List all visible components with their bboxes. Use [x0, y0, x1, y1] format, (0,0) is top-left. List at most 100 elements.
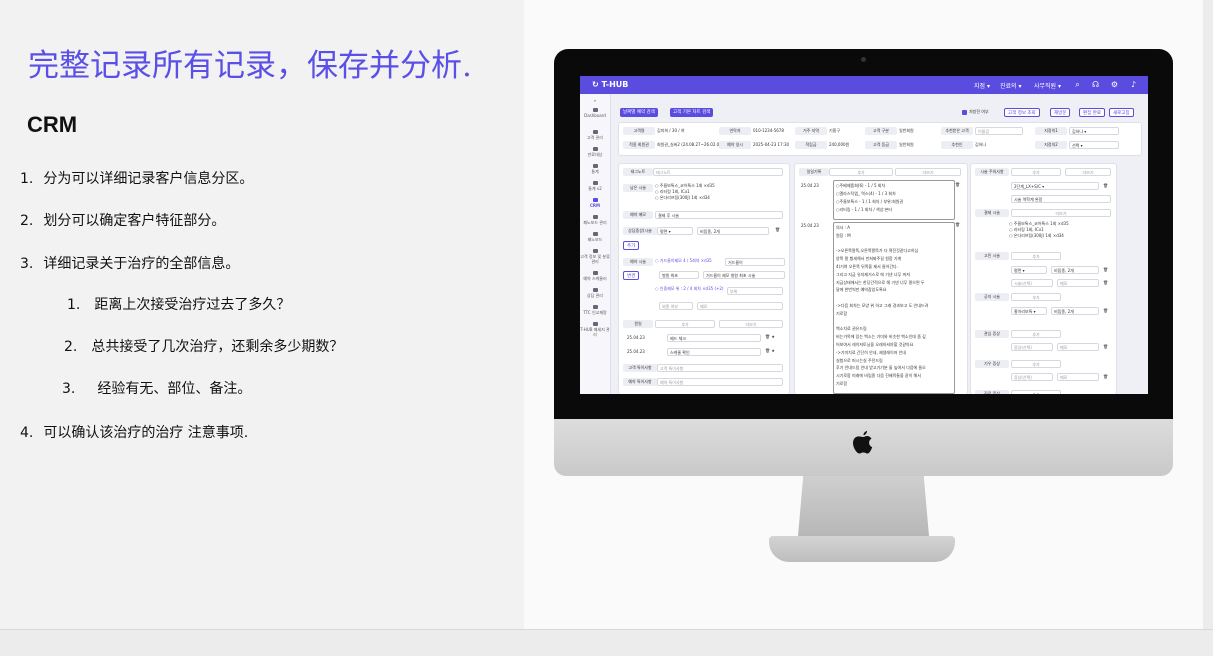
date-booking-search-button[interactable]: 날짜별 예약 검색: [620, 108, 658, 117]
tags-input[interactable]: 태그노트: [653, 168, 783, 176]
consult-add-button[interactable]: 추가: [623, 241, 640, 250]
menu-branch[interactable]: 지점 ▾: [974, 81, 990, 90]
sidebar-item[interactable]: 통계: [580, 164, 610, 174]
bell-icon[interactable]: ♪: [1129, 80, 1138, 89]
booking-note-input[interactable]: 예약 특이사항: [657, 378, 783, 386]
customer-info-card: 고객명 김미희 / 30 / 여 연락처 010-1234-5678 거주 지역 기흥구 고…: [618, 122, 1142, 156]
list-number: 1.: [67, 297, 81, 313]
sidebar-item[interactable]: 고객 정보 및 분류 관리: [580, 249, 610, 264]
app-topbar: ↻ T-HUB 지점 ▾ 진료의 ▾ 사무직원 ▾ ⌕ ☊ ⚙ ♪: [580, 76, 1148, 94]
section-input[interactable]: 비립종, 2개: [1051, 266, 1099, 274]
edit-done-button[interactable]: 편집 완료: [1079, 108, 1105, 117]
sidebar-item[interactable]: CRM: [580, 198, 610, 208]
list-item: 3. 经验有无、部位、备注。: [62, 378, 251, 398]
camera-dot: [861, 57, 866, 62]
section-select[interactable]: 평면 ▾: [1011, 266, 1047, 274]
sidebar-collapse-button[interactable]: »: [580, 98, 610, 103]
list-number: 3.: [20, 256, 34, 272]
change-button[interactable]: 변경: [623, 271, 640, 280]
gear-icon[interactable]: ⚙: [1110, 80, 1119, 89]
section-select[interactable]: 2단계_LX+S/C ▾: [1011, 182, 1099, 190]
sidebar-item[interactable]: 패노보드 관리: [580, 215, 610, 225]
section-input[interactable]: 시술 역학계 완함: [1011, 195, 1111, 203]
menu-doctor[interactable]: 진료의 ▾: [1000, 81, 1021, 90]
sidebar-item[interactable]: 고객 관리: [580, 130, 610, 140]
delete-icon[interactable]: 🗑: [1103, 183, 1108, 189]
daily-record-label: 일일기록: [799, 168, 829, 176]
delete-icon[interactable]: 🗑 ★: [765, 348, 775, 354]
sidebar-item[interactable]: 만료대상: [580, 147, 610, 157]
info-value: 회원권_실버2 (24.08.27~26.02.06): [657, 142, 724, 147]
exam-input[interactable]: 베드 체크: [667, 334, 761, 342]
followup-memo-input[interactable]: 메모: [697, 302, 783, 310]
sidebar-item[interactable]: T-HUB 패세지 관리: [580, 322, 610, 337]
basic-chart-search-button[interactable]: 고객 기본 차트 검색: [670, 108, 714, 117]
info-input[interactable]: 이름검: [975, 127, 1023, 135]
sidebar-item[interactable]: 예약 스케줄러: [580, 271, 610, 281]
record-line: ->오른쪽팔뚝,오른쪽팔뚝가 더 껴진것같다고하심: [836, 248, 919, 254]
section-add-input[interactable]: 추가: [1011, 330, 1061, 338]
sidebar-item[interactable]: Dashboard: [580, 108, 610, 118]
sidebar-item[interactable]: TTC 인교재량: [580, 305, 610, 315]
app-brand[interactable]: ↻ T-HUB: [592, 80, 628, 89]
prescription-checkbox[interactable]: [962, 110, 967, 115]
delete-icon[interactable]: 🗑: [955, 182, 960, 188]
delete-icon[interactable]: 🗑: [1103, 374, 1108, 380]
past-treatment-line: ○ 주름보톡스_코어톡스 1회 ×d35: [655, 183, 715, 188]
sidebar-item[interactable]: 통계 v2: [580, 181, 610, 191]
info-select[interactable]: 김하나 ▾: [1069, 127, 1119, 135]
section-memo-input[interactable]: 메모: [1057, 279, 1099, 287]
exam-add-input[interactable]: 추가: [655, 320, 715, 328]
record-line: 달에 한번씩만 예약잡았도록요: [836, 287, 887, 293]
daily-more-input[interactable]: 더보기: [895, 168, 961, 176]
info-label: 추천인: [941, 141, 973, 149]
exam-more-input[interactable]: 더보기: [719, 320, 783, 328]
delete-icon[interactable]: 🗑: [1103, 308, 1108, 314]
refresh-button[interactable]: 새로고침: [1109, 108, 1134, 117]
section-select[interactable]: 홍아리보톡 ▾: [1011, 307, 1047, 315]
section-sub-input[interactable]: 증상(선택): [1011, 343, 1053, 351]
section-line: ○ 온다리프팅(300J) 1회 ×d34: [1009, 233, 1064, 238]
followup-input[interactable]: 부위: [727, 287, 783, 295]
exam-input[interactable]: 스케줄 확인: [667, 348, 761, 356]
delete-icon[interactable]: 🗑: [775, 227, 780, 233]
delete-icon[interactable]: 🗑: [955, 222, 960, 228]
info-select[interactable]: 선택 ▾: [1069, 141, 1119, 149]
consult-select[interactable]: 평면 ▾: [657, 227, 693, 235]
reserve-memo-input[interactable]: 결제 후 시술: [655, 211, 783, 219]
followup-sub-input[interactable]: 외종 여부: [659, 302, 693, 310]
search-icon[interactable]: ⌕: [1073, 80, 1082, 89]
consult-input[interactable]: 비립종, 2개: [697, 227, 769, 235]
section-label: 진료 증상: [975, 390, 1009, 394]
section-memo-input[interactable]: 메모: [1057, 343, 1099, 351]
delete-icon[interactable]: 🗑: [1103, 267, 1108, 273]
section-add-input[interactable]: 추가: [1011, 390, 1061, 394]
section-more-input[interactable]: 더보기: [1011, 209, 1111, 217]
section-sub-input[interactable]: 증상(선택): [1011, 373, 1053, 381]
daily-add-input[interactable]: 추가: [829, 168, 893, 176]
booking-input[interactable]: 거드름이: [725, 258, 785, 266]
section-sub-input[interactable]: 시술(선택): [1011, 279, 1053, 287]
section-memo-input[interactable]: 메모: [1057, 373, 1099, 381]
section-add-input[interactable]: 추가: [1011, 360, 1061, 368]
customer-note-input[interactable]: 고객 특이사항: [657, 364, 783, 372]
section-add-input[interactable]: 추가: [1011, 293, 1061, 301]
section-input[interactable]: 비립종, 2개: [1051, 307, 1099, 315]
delete-icon[interactable]: 🗑: [1103, 344, 1108, 350]
headset-icon[interactable]: ☊: [1091, 80, 1100, 89]
crm-main: 날짜별 예약 검색 고객 기본 차트 검색 처방전 여부 고객 정보 조회 재방…: [614, 98, 1144, 394]
record-line: 시기로함 미래에 비립종 다음 진배목통을 같이 해서: [836, 373, 921, 379]
section-add-input[interactable]: 추가: [1011, 168, 1061, 176]
section-add-input[interactable]: 추가: [1011, 252, 1061, 260]
menu-staff[interactable]: 사무직원 ▾: [1034, 81, 1061, 90]
list-text: 总共接受了几次治疗，还剩余多少期数？: [91, 339, 344, 355]
sidebar-item[interactable]: 패노보드: [580, 232, 610, 242]
delete-icon[interactable]: 🗑: [1103, 280, 1108, 286]
sidebar-item[interactable]: 상담 관리: [580, 288, 610, 298]
delete-icon[interactable]: 🗑 ★: [765, 334, 775, 340]
change-input[interactable]: 병원 최초: [659, 271, 699, 279]
section-more-input[interactable]: 더보기: [1065, 168, 1111, 176]
revisit-button[interactable]: 재방문: [1050, 108, 1071, 117]
customer-info-button[interactable]: 고객 정보 조회: [1004, 108, 1040, 117]
change-note-input[interactable]: 거드름이 제모 병원 최초 시술: [703, 271, 785, 279]
